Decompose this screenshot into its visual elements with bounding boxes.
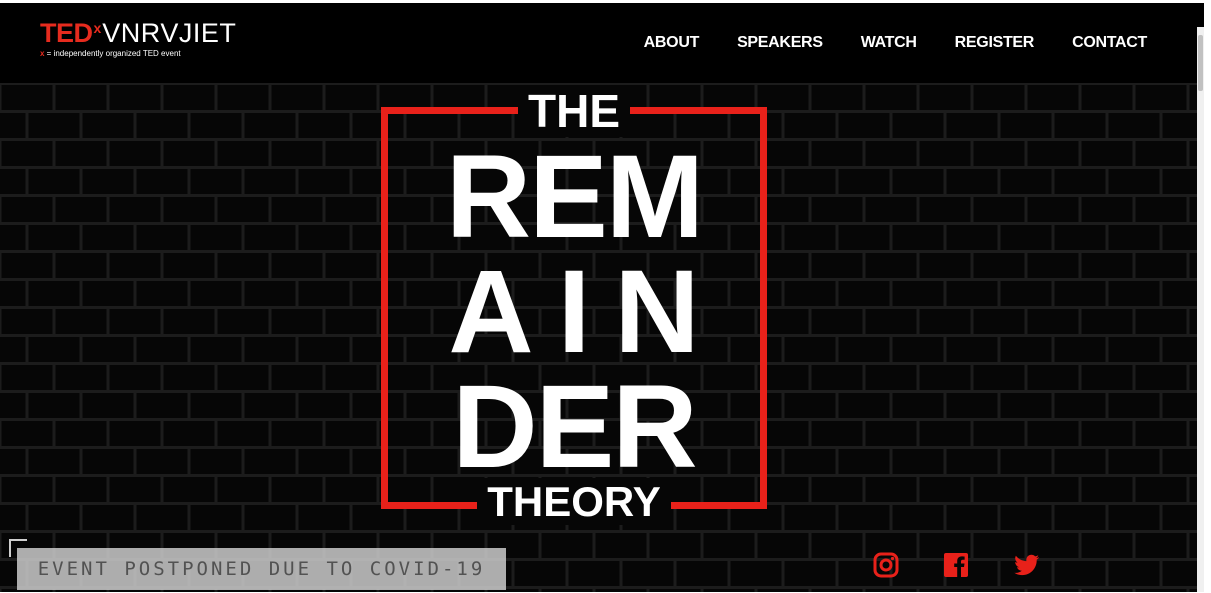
logo-tagline-text: = independently organized TED event [44, 49, 181, 58]
site-header: TED x VNRVJIET x = independently organiz… [0, 3, 1204, 83]
emblem-top-word-text: THE [518, 85, 630, 137]
logo-ted-text: TED [40, 18, 93, 48]
covid-postponed-banner: EVENT POSTPONED DUE TO COVID-19 [17, 548, 506, 590]
nav-about[interactable]: ABOUT [644, 34, 700, 52]
logo-x-text: x [93, 20, 102, 36]
remainder-theory-emblem: THE REM AIN DER THEORY [381, 85, 767, 527]
emblem-line-3: DER [452, 361, 697, 493]
emblem-top-word: THE [381, 85, 767, 137]
nav-contact[interactable]: CONTACT [1072, 34, 1147, 52]
vertical-scrollbar[interactable] [1197, 27, 1204, 592]
scrollbar-thumb[interactable] [1198, 35, 1203, 91]
emblem-line-1: REM [445, 131, 704, 263]
covid-banner-text: EVENT POSTPONED DUE TO COVID-19 [37, 558, 486, 580]
social-links [872, 551, 1040, 579]
facebook-icon[interactable] [942, 551, 970, 579]
twitter-icon[interactable] [1012, 551, 1040, 579]
emblem-bottom-word-text: THEORY [477, 478, 671, 525]
tedx-logo[interactable]: TED x VNRVJIET x = independently organiz… [40, 20, 236, 68]
instagram-icon[interactable] [872, 551, 900, 579]
logo-event-name: VNRVJIET [102, 18, 237, 48]
nav-register[interactable]: REGISTER [955, 34, 1035, 52]
emblem-bottom-word: THEORY [381, 478, 767, 525]
nav-watch[interactable]: WATCH [861, 34, 917, 52]
logo-tagline: x = independently organized TED event [40, 49, 236, 58]
main-nav: ABOUT SPEAKERS WATCH REGISTER CONTACT [644, 34, 1148, 52]
emblem-line-2: AIN [448, 246, 724, 378]
nav-speakers[interactable]: SPEAKERS [737, 34, 823, 52]
landing-page: TED x VNRVJIET x = independently organiz… [0, 3, 1204, 592]
